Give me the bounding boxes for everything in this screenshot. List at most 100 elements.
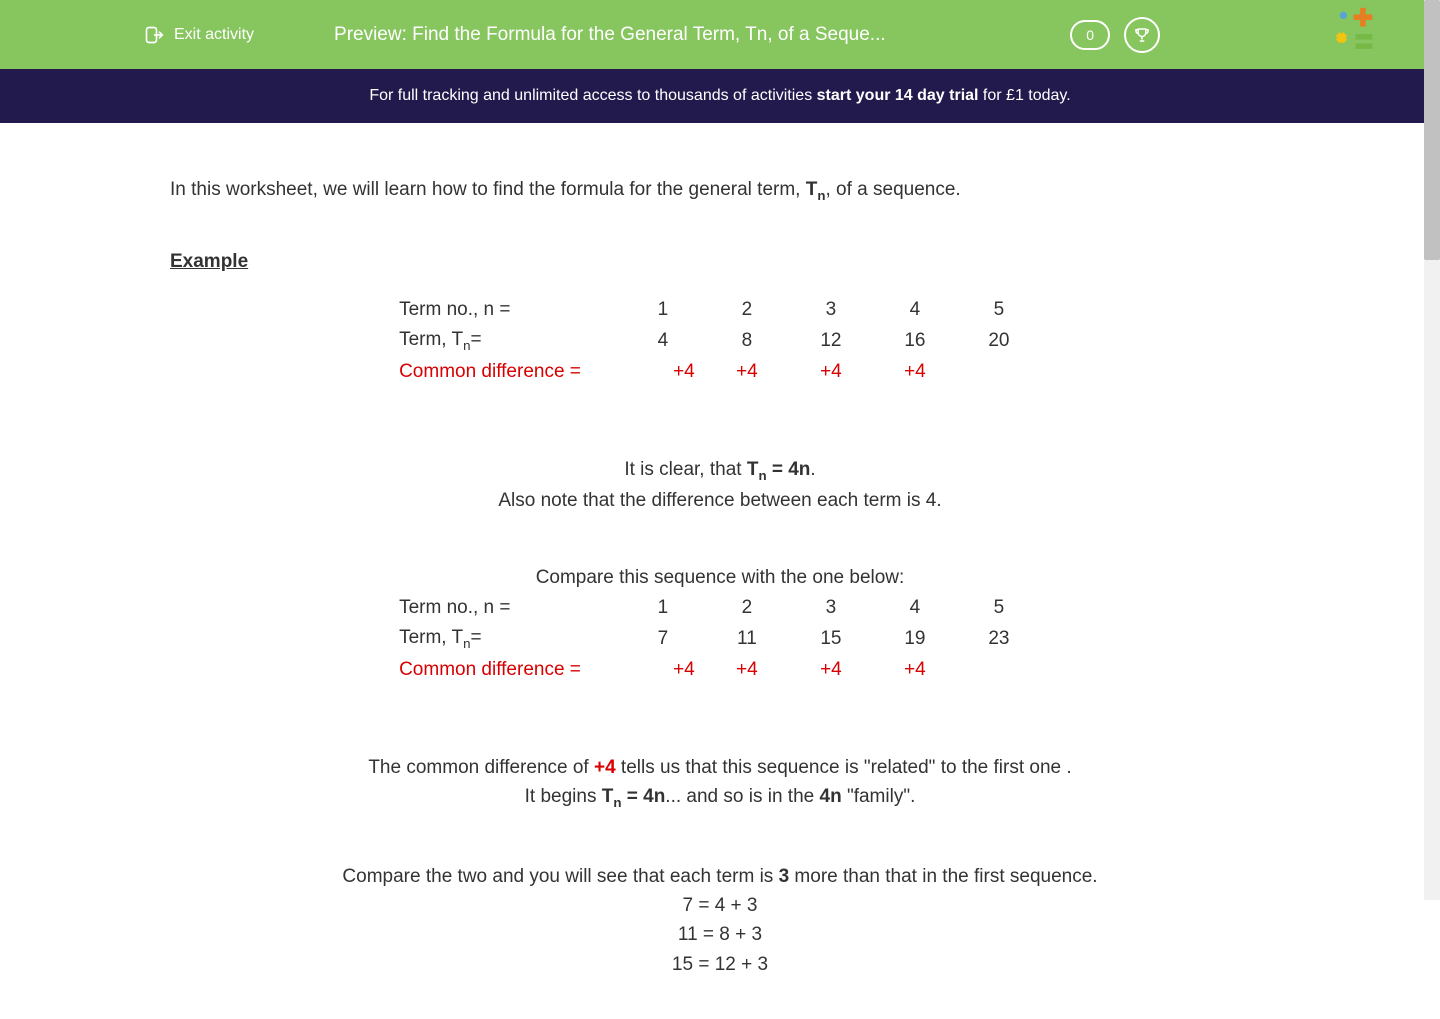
cell: 19 (873, 623, 957, 655)
page-title: Preview: Find the Formula for the Genera… (334, 24, 886, 46)
cell: +4 (621, 357, 705, 387)
p1-formula: Tn = 4n (747, 459, 811, 480)
p1-post: = 4n (767, 459, 811, 480)
equation: 11 = 8 + 3 (170, 920, 1270, 949)
cell: +4 (705, 655, 789, 685)
cell: 1 (621, 593, 705, 623)
worksheet-content: In this worksheet, we will learn how to … (170, 123, 1270, 1019)
cell: 12 (789, 325, 873, 357)
intro-t: T (806, 179, 818, 200)
row-label: Common difference = (399, 655, 621, 685)
p4-pre: The common difference of (368, 757, 594, 778)
lbl-post: = (471, 627, 482, 648)
cell: 4 (873, 295, 957, 325)
p5-t: T (602, 786, 614, 807)
explain-p6: Compare the two and you will see that ea… (170, 862, 1270, 891)
cell: 2 (705, 593, 789, 623)
cell: 15 (789, 623, 873, 655)
p5-post: = 4n (621, 786, 665, 807)
scrollbar[interactable] (1424, 0, 1440, 900)
p1-t: T (747, 459, 759, 480)
p5-suffix: "family". (842, 786, 916, 807)
p6-post: more than that in the first sequence. (789, 866, 1097, 887)
lbl-sub: n (463, 636, 470, 651)
cell: 8 (705, 325, 789, 357)
cell: 4 (873, 593, 957, 623)
table-row: Common difference = +4 +4 +4 +4 (399, 655, 1041, 685)
cell: 11 (705, 623, 789, 655)
intro-text: In this worksheet, we will learn how to … (170, 179, 1270, 203)
exit-label: Exit activity (174, 26, 254, 44)
table-row: Common difference = +4 +4 +4 +4 (399, 357, 1041, 387)
cell: 23 (957, 623, 1041, 655)
p1-sub: n (758, 467, 766, 482)
cell: 7 (621, 623, 705, 655)
cell: 2 (705, 295, 789, 325)
cell: 5 (957, 295, 1041, 325)
cell: 3 (789, 295, 873, 325)
cell: 4 (621, 325, 705, 357)
cell: 5 (957, 593, 1041, 623)
promo-prefix: For full tracking and unlimited access t… (369, 87, 816, 104)
promo-bold: start your 14 day trial (817, 87, 979, 104)
cell: +4 (789, 357, 873, 387)
brand-logo-icon (1334, 6, 1390, 62)
equation-list: 7 = 4 + 3 11 = 8 + 3 15 = 12 + 3 (170, 891, 1270, 979)
p5-pre: It begins (525, 786, 602, 807)
equation: 15 = 12 + 3 (170, 950, 1270, 979)
trophy-icon (1133, 26, 1151, 44)
cell: +4 (873, 655, 957, 685)
p1-pre: It is clear, that (624, 459, 747, 480)
exit-activity-button[interactable]: Exit activity (144, 25, 254, 45)
top-bar: Exit activity Preview: Find the Formula … (0, 0, 1440, 69)
table-row: Term no., n = 1 2 3 4 5 (399, 295, 1041, 325)
explain-p3: Compare this sequence with the one below… (170, 563, 1270, 592)
intro-tn: Tn (806, 179, 826, 200)
sequence-table-1: Term no., n = 1 2 3 4 5 Term, Tn= 4 8 12… (399, 295, 1041, 387)
p5-4n: 4n (820, 786, 842, 807)
table-row: Term, Tn= 4 8 12 16 20 (399, 325, 1041, 357)
p5-formula: Tn = 4n (602, 786, 666, 807)
cell: 1 (621, 295, 705, 325)
sequence-table-2: Term no., n = 1 2 3 4 5 Term, Tn= 7 11 1… (399, 593, 1041, 685)
p4-red: +4 (594, 757, 616, 778)
row-label: Term, Tn= (399, 325, 621, 357)
row-label: Term no., n = (399, 593, 621, 623)
cell: 3 (789, 593, 873, 623)
example-heading: Example (170, 251, 1270, 273)
cell: +4 (873, 357, 957, 387)
promo-suffix: for £1 today. (978, 87, 1070, 104)
promo-banner[interactable]: For full tracking and unlimited access t… (0, 69, 1440, 123)
cell: 20 (957, 325, 1041, 357)
p5-mid: ... and so is in the (665, 786, 819, 807)
p4-post: tells us that this sequence is "related"… (616, 757, 1072, 778)
explain-p4: The common difference of +4 tells us tha… (170, 753, 1270, 782)
equation: 7 = 4 + 3 (170, 891, 1270, 920)
p6-pre: Compare the two and you will see that ea… (342, 866, 778, 887)
score-pill[interactable]: 0 (1070, 20, 1110, 50)
trophy-button[interactable] (1124, 17, 1160, 53)
p6-bold: 3 (779, 866, 790, 887)
cell: +4 (789, 655, 873, 685)
explain-p5: It begins Tn = 4n... and so is in the 4n… (170, 782, 1270, 813)
intro-suffix: , of a sequence. (825, 179, 960, 200)
lbl-pre: Term, T (399, 329, 463, 350)
p1-suffix: . (810, 459, 815, 480)
badge-group: 0 (1070, 17, 1160, 53)
row-label: Term, Tn= (399, 623, 621, 655)
cell: +4 (621, 655, 705, 685)
explain-p1: It is clear, that Tn = 4n. (170, 455, 1270, 486)
table-row: Term, Tn= 7 11 15 19 23 (399, 623, 1041, 655)
lbl-post: = (471, 329, 482, 350)
intro-prefix: In this worksheet, we will learn how to … (170, 179, 806, 200)
exit-icon (144, 25, 164, 45)
explain-p2: Also note that the difference between ea… (170, 486, 1270, 515)
row-label: Term no., n = (399, 295, 621, 325)
row-label: Common difference = (399, 357, 621, 387)
cell: 16 (873, 325, 957, 357)
lbl-pre: Term, T (399, 627, 463, 648)
scrollbar-thumb[interactable] (1424, 0, 1440, 260)
lbl-sub: n (463, 338, 470, 353)
table-row: Term no., n = 1 2 3 4 5 (399, 593, 1041, 623)
cell: +4 (705, 357, 789, 387)
